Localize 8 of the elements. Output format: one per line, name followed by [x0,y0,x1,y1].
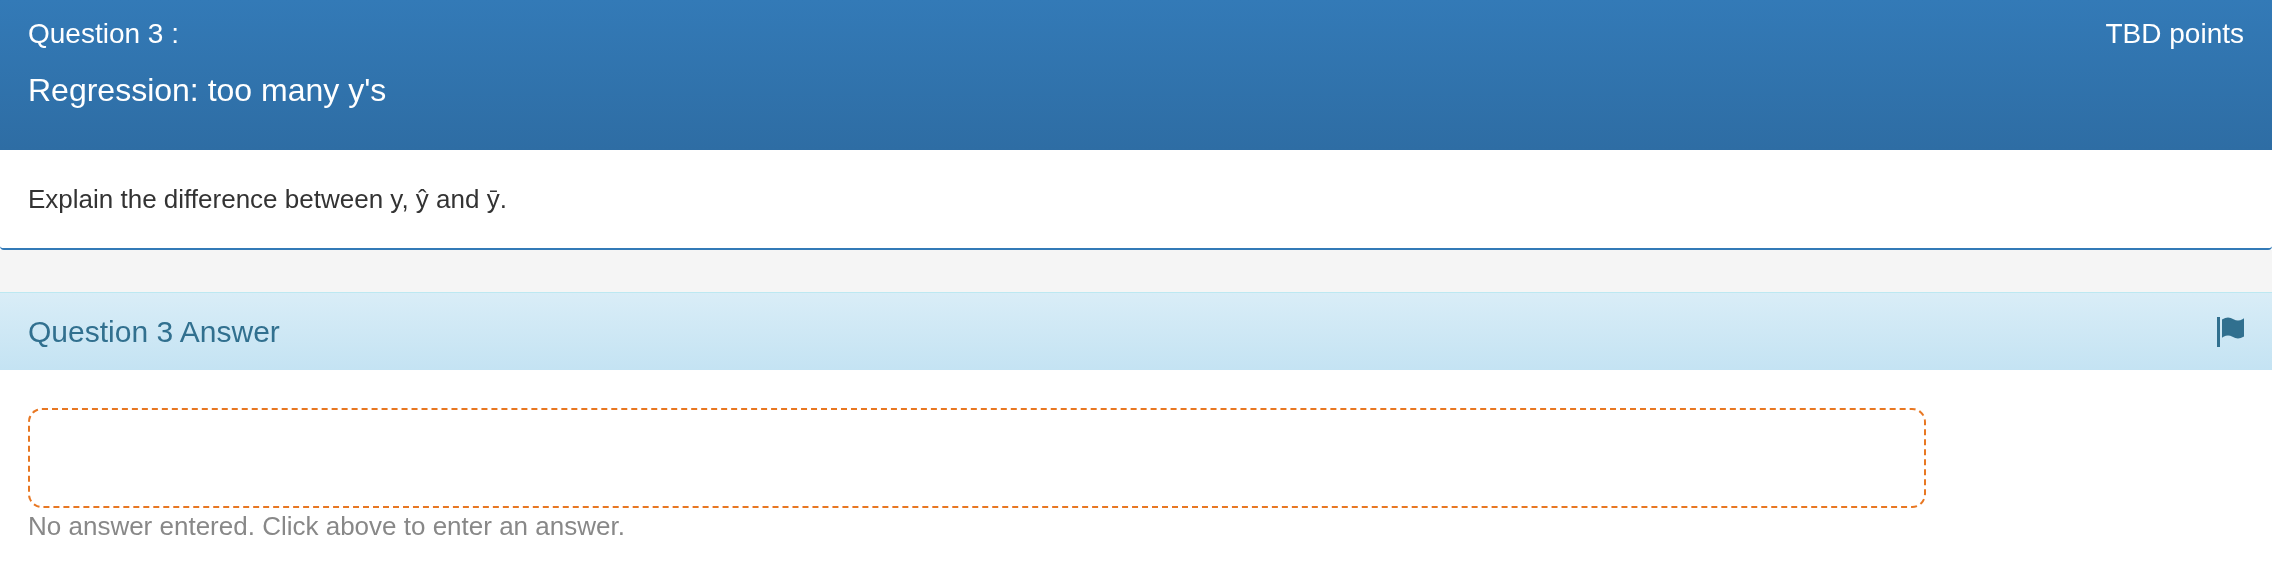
answer-box[interactable] [28,408,1926,508]
points-label: TBD points [2105,17,2244,51]
answer-hint: No answer entered. Click above to enter an answer. [28,510,625,543]
question-prompt: Explain the difference between y, ŷ and ȳ. [28,182,507,216]
answer-heading: Question 3 Answer [28,314,280,350]
flag-icon[interactable] [2216,315,2244,348]
question-title: Regression: too many y's [28,71,387,110]
question-label: Question 3 : [28,17,179,51]
